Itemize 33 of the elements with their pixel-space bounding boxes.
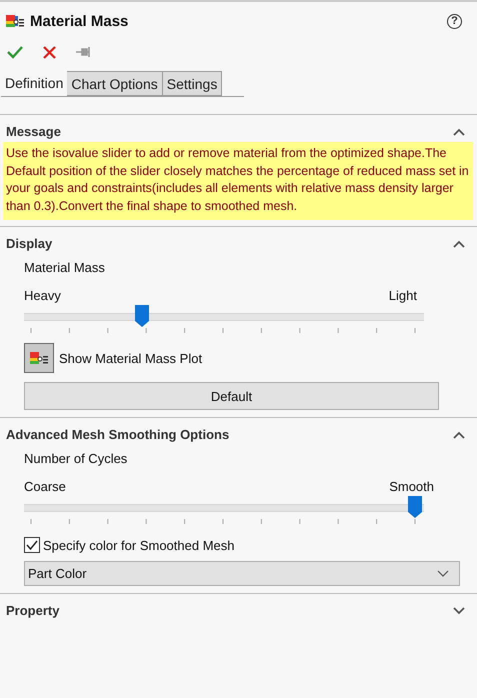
chevron-icon[interactable] bbox=[453, 430, 465, 438]
close-icon[interactable] bbox=[43, 46, 56, 58]
pin-icon[interactable] bbox=[76, 46, 92, 58]
slider-label: Material Mass bbox=[24, 260, 106, 275]
max-label: Smooth bbox=[389, 479, 434, 494]
min-label: Coarse bbox=[24, 479, 66, 494]
section-title: Advanced Mesh Smoothing Options bbox=[6, 427, 230, 442]
tab[interactable]: Settings bbox=[162, 71, 222, 96]
max-label: Light bbox=[388, 288, 417, 303]
panel-title: Material Mass bbox=[30, 12, 130, 30]
chevron-icon[interactable] bbox=[453, 240, 465, 248]
slider-thumb[interactable] bbox=[135, 305, 150, 327]
chevron-icon[interactable] bbox=[453, 128, 465, 136]
section-title: Property bbox=[6, 603, 60, 618]
section-title: Message bbox=[6, 124, 61, 139]
chevron-icon[interactable] bbox=[453, 606, 465, 614]
ok-icon[interactable] bbox=[7, 45, 23, 59]
help-icon[interactable]: ? bbox=[447, 14, 462, 28]
checkbox[interactable] bbox=[24, 537, 40, 553]
plot-icon bbox=[29, 349, 49, 367]
plot-icon bbox=[5, 12, 25, 30]
chevron-icon bbox=[437, 570, 449, 577]
min-label: Heavy bbox=[24, 288, 61, 303]
checkbox-label: Specify color for Smoothed Mesh bbox=[43, 538, 234, 552]
slider-label: Number of Cycles bbox=[24, 451, 128, 466]
toggle-label: Show Material Mass Plot bbox=[59, 350, 202, 366]
slider-thumb[interactable] bbox=[408, 496, 422, 518]
plot-toggle-button[interactable] bbox=[24, 343, 54, 373]
tab[interactable]: Chart Options bbox=[67, 71, 163, 96]
message-text: Use the isovalue slider to add or remove material from the optimized shape.The Default position of the slider closely matches the percentage of reduced mass set in your goals and constraints(includes all elements with relative mass density larger than 0.3).Convert the final shape to smoothed mesh. bbox=[3, 142, 473, 220]
section-title: Display bbox=[6, 236, 52, 251]
default-button[interactable]: Default bbox=[24, 382, 439, 410]
color-dropdown[interactable]: Part Color bbox=[24, 561, 460, 586]
